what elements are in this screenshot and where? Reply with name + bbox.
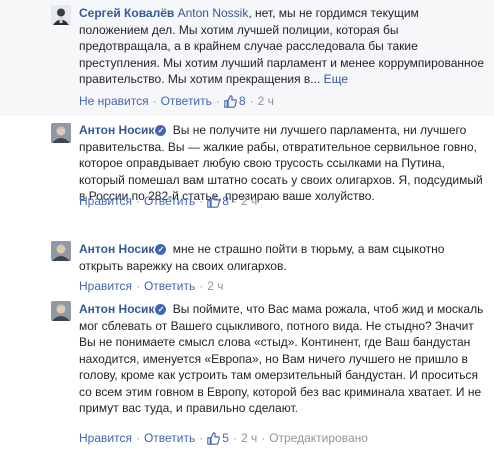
comment-body: Сергей Ковалёв Anton Nossik, нет, мы не … <box>79 5 485 88</box>
separator: · <box>215 94 220 108</box>
comment-text: Вы поймите, что Вас мама рожала, чтоб жи… <box>79 302 484 415</box>
like-count[interactable]: 5 <box>222 431 229 445</box>
separator: · <box>152 94 157 108</box>
comment-author[interactable]: Антон Носик <box>79 242 154 256</box>
thumbs-up-icon[interactable] <box>207 431 221 445</box>
comment-4: Антон Носик ✓ Вы поймите, что Вас мама ро… <box>0 292 494 453</box>
comment-time[interactable]: 2 ч <box>258 94 274 108</box>
separator: · <box>199 279 204 293</box>
see-more-link[interactable]: Еще <box>324 72 348 86</box>
mentioned-user[interactable]: Anton Nossik <box>178 6 249 20</box>
comment-actions: Нравится · Ответить · 8 · 2 ч <box>79 194 257 208</box>
like-button[interactable]: Нравится <box>79 194 132 208</box>
avatar[interactable] <box>51 241 71 261</box>
comment-actions: Нравится · Ответить · 5 · 2 ч · Отредакт… <box>79 431 368 445</box>
avatar[interactable] <box>51 301 71 321</box>
comment-author[interactable]: Антон Носик <box>79 123 154 137</box>
comment-time[interactable]: 2 ч <box>241 431 257 445</box>
separator: · <box>261 431 266 445</box>
reply-button[interactable]: Ответить <box>144 194 195 208</box>
comment-author[interactable]: Антон Носик <box>79 302 154 316</box>
separator: · <box>199 431 204 445</box>
comment-author[interactable]: Сергей Ковалёв <box>79 6 174 20</box>
avatar[interactable] <box>51 123 71 143</box>
separator: · <box>135 279 140 293</box>
reply-button[interactable]: Ответить <box>144 431 195 445</box>
separator: · <box>135 431 140 445</box>
comment-actions: Нравится · Ответить · 2 ч <box>79 279 224 293</box>
avatar[interactable] <box>51 5 71 25</box>
reply-button[interactable]: Ответить <box>161 94 212 108</box>
verified-badge-icon: ✓ <box>155 125 167 136</box>
like-button[interactable]: Не нравится <box>79 94 149 108</box>
thumbs-up-icon[interactable] <box>224 94 237 108</box>
comment-time[interactable]: 2 ч <box>207 279 223 293</box>
like-button[interactable]: Нравится <box>79 431 132 445</box>
comment-actions: Не нравится · Ответить · 8 · 2 ч <box>79 94 274 108</box>
comment-1: Сергей Ковалёв Anton Nossik, нет, мы не … <box>0 0 494 116</box>
separator: · <box>199 194 204 208</box>
edited-link[interactable]: Отредактировано <box>269 431 368 445</box>
like-count[interactable]: 8 <box>239 94 246 108</box>
comment-body: Антон Носик ✓ Вы поймите, что Вас мама ро… <box>79 301 485 417</box>
reply-button[interactable]: Ответить <box>144 279 195 293</box>
verified-badge-icon: ✓ <box>155 304 167 315</box>
separator: · <box>135 194 140 208</box>
comment-3: Антон Носик ✓ мне не страшно пойти в тюрь… <box>0 235 494 293</box>
like-count[interactable]: 8 <box>222 194 229 208</box>
separator: · <box>249 94 254 108</box>
separator: · <box>232 194 237 208</box>
thumbs-up-icon[interactable] <box>207 194 221 208</box>
like-button[interactable]: Нравится <box>79 279 132 293</box>
comment-body: Антон Носик ✓ мне не страшно пойти в тюрь… <box>79 241 485 274</box>
comment-time[interactable]: 2 ч <box>241 194 257 208</box>
verified-badge-icon: ✓ <box>155 244 167 255</box>
comment-body: Антон Носик ✓ Вы не получите ни лучшего п… <box>79 122 485 205</box>
separator: · <box>232 431 237 445</box>
comment-2: Антон Носик ✓ Вы не получите ни лучшего п… <box>0 116 494 235</box>
